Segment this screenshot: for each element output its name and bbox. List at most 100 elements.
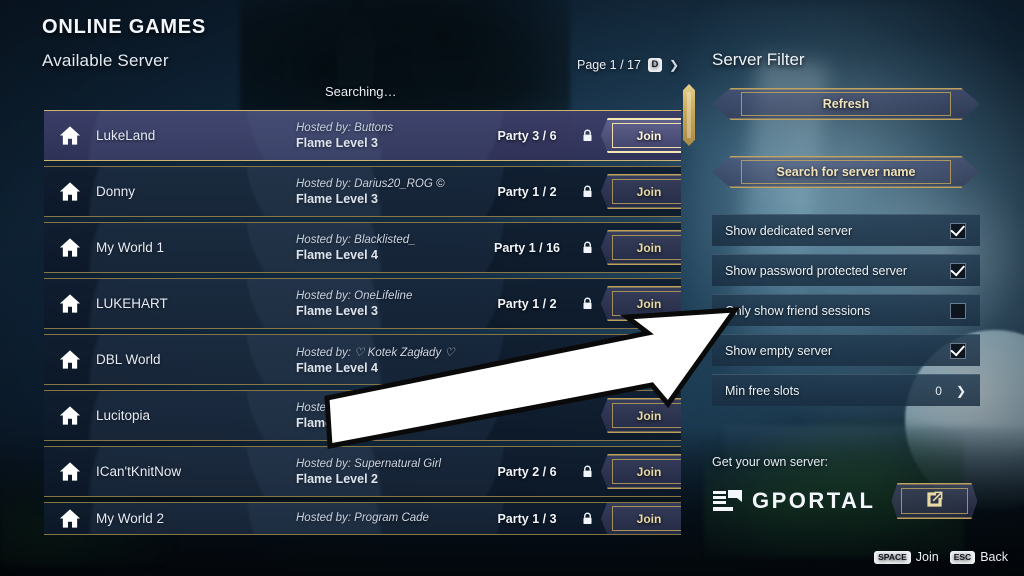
server-flame-level: Flame Level 4 — [296, 247, 378, 262]
server-home-icon — [44, 508, 96, 529]
server-host-info: Hosted by: Supernatural Girl Flame Level … — [296, 458, 481, 486]
server-party-count: Party 3 / 6 — [497, 128, 557, 143]
filter-option-label: Show empty server — [725, 343, 832, 358]
server-name: My World 2 — [96, 511, 165, 526]
server-list[interactable]: LukeLand Hosted by: Buttons Flame Level 3P… — [44, 110, 681, 538]
server-flame-level: Flame Level 3 — [296, 135, 378, 150]
server-home-icon — [44, 125, 96, 146]
server-flame-level: Flame Level 3 — [296, 303, 378, 318]
server-party-count: Party 1 / 2 — [497, 184, 557, 199]
filter-option-label: Show password protected server — [725, 263, 908, 278]
filter-checkbox-row[interactable]: Show empty server — [712, 334, 980, 366]
checkbox-checked-icon[interactable] — [950, 222, 966, 239]
server-host-info: Hosted by: ♡ Kotek Zagłady ♡ Flame Level … — [296, 345, 481, 375]
server-host-line: Hosted by: ♡ Kotek Zagłady ♡ — [296, 346, 455, 359]
server-row[interactable]: ICan'tKnitNow Hosted by: Supernatural Gir… — [44, 446, 681, 497]
server-row[interactable]: My World 2 Hosted by: Program Cade Party 1… — [44, 502, 681, 535]
filter-checkbox-row[interactable]: Show password protected server — [712, 254, 980, 286]
filter-options-list: Show dedicated server Show password prote… — [712, 214, 980, 406]
server-join-cell: Join — [601, 286, 681, 321]
server-flame-level: Flame — [296, 415, 333, 430]
search-button-label: Search for server name — [776, 165, 916, 179]
server-party-count: Party 2 / 6 — [497, 464, 557, 479]
server-party-count: Party 1 / 3 — [497, 511, 557, 526]
server-join-cell: Join — [601, 118, 681, 153]
checkbox-unchecked-icon[interactable] — [950, 302, 966, 319]
min-free-slots-value: 0 — [935, 383, 942, 398]
server-name: LukeLand — [96, 128, 156, 143]
filter-stepper-row[interactable]: Min free slots 0 ❯ — [712, 374, 980, 406]
filter-panel-title: Server Filter — [712, 50, 805, 69]
scrollbar-thumb[interactable] — [683, 84, 695, 146]
server-row[interactable]: Donny Hosted by: Darius20_ROG © Flame Leve… — [44, 166, 681, 217]
server-home-icon — [44, 349, 96, 370]
server-name: My World 1 — [96, 240, 165, 255]
server-row[interactable]: DBL World Hosted by: ♡ Kotek Zagłady ♡ Fla… — [44, 334, 681, 385]
server-host-info: Hosted by: Darius20_ROG © Flame Level 3 — [296, 178, 481, 206]
server-lock-icon — [573, 185, 601, 198]
join-button-label: Join — [636, 184, 662, 199]
server-join-cell: Join — [601, 230, 681, 265]
server-home-icon — [44, 405, 96, 426]
server-party-count: Party 1 / 16 — [493, 240, 560, 255]
key-hints-bar: SPACE Join ESC Back — [874, 550, 1008, 564]
key-hint: ESC Back — [949, 550, 1008, 564]
server-home-icon — [44, 461, 96, 482]
next-page-arrow-icon[interactable]: ❯ — [669, 58, 679, 72]
join-button-label: Join — [636, 240, 662, 255]
server-host-line: Hosted by: OneLifeline — [296, 289, 413, 302]
server-host-info: Hosted by: OneLifeline Flame Level 3 — [296, 290, 481, 318]
server-flame-level: Flame Level 4 — [296, 360, 378, 375]
next-page-key-badge: D — [647, 58, 662, 72]
join-button[interactable]: Join — [601, 503, 681, 534]
server-flame-level: Flame Level 2 — [296, 471, 378, 486]
refresh-button[interactable]: Refresh — [712, 88, 980, 120]
server-row[interactable]: LUKEHART Hosted by: OneLifeline Flame Leve… — [44, 278, 681, 329]
refresh-button-label: Refresh — [822, 97, 870, 111]
gportal-brand-text: GPORTAL — [752, 488, 876, 513]
server-lock-icon — [573, 241, 601, 254]
gportal-external-link-button[interactable] — [891, 483, 978, 519]
server-party-count: Party 1 / 2 — [497, 296, 557, 311]
checkbox-checked-icon[interactable] — [950, 342, 966, 359]
server-join-cell: Join — [601, 398, 681, 433]
page-title: ONLINE GAMES — [42, 16, 207, 38]
join-button-label: Join — [636, 408, 662, 423]
join-button[interactable]: Join — [601, 118, 681, 153]
server-host-info: Hosted by: Buttons Flame Level 3 — [296, 122, 481, 150]
server-list-scrollbar[interactable] — [681, 80, 697, 535]
key-action-label: Join — [915, 550, 939, 564]
server-row[interactable]: LukeLand Hosted by: Buttons Flame Level 3 P… — [44, 110, 681, 161]
join-button[interactable]: Join — [601, 286, 681, 321]
join-button[interactable]: Join — [601, 174, 681, 209]
gportal-promo: Get your own server: GPORTAL — [712, 455, 1012, 519]
search-server-name-button[interactable]: Search for server name — [712, 156, 980, 188]
key-badge: ESC — [949, 550, 976, 564]
server-name: Donny — [96, 184, 136, 199]
server-host-line: Hosted by: Buttons — [296, 121, 394, 134]
server-lock-icon — [573, 129, 601, 142]
server-home-icon — [44, 237, 96, 258]
join-button[interactable]: Join — [601, 454, 681, 489]
server-host-info: Hosted by: Program Cade — [296, 512, 481, 526]
filter-option-label: Show dedicated server — [725, 223, 853, 238]
server-row[interactable]: My World 1 Hosted by: Blacklisted_ Flame L… — [44, 222, 681, 273]
join-button-label: Join — [636, 128, 662, 143]
pagination-control[interactable]: Page 1 / 17 D ❯ — [577, 58, 679, 72]
server-lock-icon — [573, 465, 601, 478]
server-home-icon — [44, 181, 96, 202]
filter-checkbox-row[interactable]: Show dedicated server — [712, 214, 980, 246]
server-lock-icon — [573, 512, 601, 525]
filter-option-label: Only show friend sessions — [725, 303, 871, 318]
gportal-caption: Get your own server: — [712, 455, 829, 469]
server-row[interactable]: Lucitopia Hosted by: Flame Join — [44, 390, 681, 441]
filter-checkbox-row[interactable]: Only show friend sessions — [712, 294, 980, 326]
server-host-line: Hosted by: Darius20_ROG © — [296, 177, 445, 190]
server-host-line: Hosted by: Program Cade — [296, 511, 429, 524]
server-name: Lucitopia — [96, 408, 151, 423]
increase-arrow-icon[interactable]: ❯ — [956, 384, 966, 398]
checkbox-checked-icon[interactable] — [950, 262, 966, 279]
server-name: LUKEHART — [96, 296, 168, 311]
join-button[interactable]: Join — [601, 230, 681, 265]
join-button[interactable]: Join — [601, 398, 681, 433]
